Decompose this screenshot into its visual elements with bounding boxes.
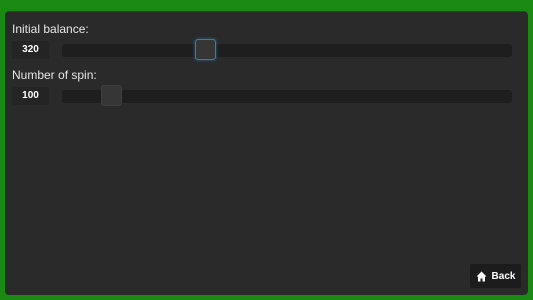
home-icon [476,271,487,281]
number-of-spin-slider-thumb[interactable] [100,85,122,106]
back-button-label: Back [491,270,516,282]
settings-panel: Initial balance: 320 Number of spin: 100… [5,11,528,295]
initial-balance-slider-thumb[interactable] [195,39,217,60]
number-of-spin-label: Number of spin: [12,68,97,82]
initial-balance-label: Initial balance: [12,22,89,36]
back-button[interactable]: Back [470,264,521,288]
initial-balance-slider[interactable] [62,39,512,60]
number-of-spin-value: 100 [12,87,49,105]
number-of-spin-slider[interactable] [62,85,512,106]
initial-balance-value: 320 [12,41,49,59]
